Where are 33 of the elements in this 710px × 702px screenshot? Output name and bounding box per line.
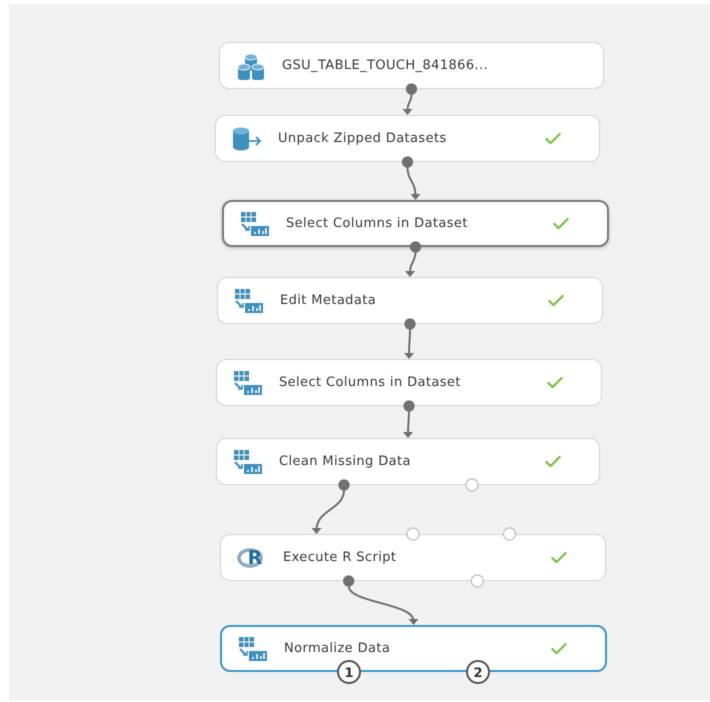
- module-label: Select Columns in Dataset: [279, 375, 462, 390]
- output-port[interactable]: [403, 400, 415, 412]
- output-port[interactable]: [410, 241, 422, 253]
- module-node[interactable]: Clean Missing Data: [216, 438, 600, 485]
- database-arrow-icon: [231, 126, 263, 152]
- table-chart-icon: [239, 210, 271, 236]
- output-port[interactable]: 2: [466, 660, 490, 684]
- module-label: Select Columns in Dataset: [286, 216, 469, 231]
- module-node[interactable]: Select Columns in Dataset: [216, 359, 602, 406]
- table-chart-icon: [232, 448, 264, 474]
- module-node[interactable]: Select Columns in Dataset: [222, 200, 609, 247]
- module-node[interactable]: GSU_TABLE_TOUCH_841866...: [219, 42, 604, 89]
- database-icon: [235, 52, 267, 80]
- input-port[interactable]: [406, 527, 420, 541]
- output-port[interactable]: [338, 479, 350, 491]
- output-port[interactable]: [343, 575, 354, 587]
- module-label: Execute R Script: [283, 550, 398, 565]
- module-node[interactable]: R Execute R Script: [220, 534, 606, 581]
- output-port[interactable]: [404, 318, 416, 330]
- module-label: Clean Missing Data: [279, 454, 412, 469]
- output-port[interactable]: [406, 83, 418, 95]
- module-label: Normalize Data: [284, 641, 392, 656]
- table-chart-icon: [232, 370, 264, 396]
- table-chart-icon: [233, 288, 265, 314]
- module-label: Edit Metadata: [280, 293, 378, 308]
- input-port[interactable]: [502, 527, 516, 541]
- module-node[interactable]: Edit Metadata: [217, 277, 603, 324]
- output-port[interactable]: 1: [337, 660, 361, 684]
- module-label: Unpack Zipped Datasets: [278, 131, 448, 146]
- module-node[interactable]: Unpack Zipped Datasets: [215, 115, 600, 162]
- table-chart-icon: [237, 636, 269, 662]
- output-port[interactable]: [402, 156, 414, 168]
- module-label: GSU_TABLE_TOUCH_841866...: [282, 58, 490, 73]
